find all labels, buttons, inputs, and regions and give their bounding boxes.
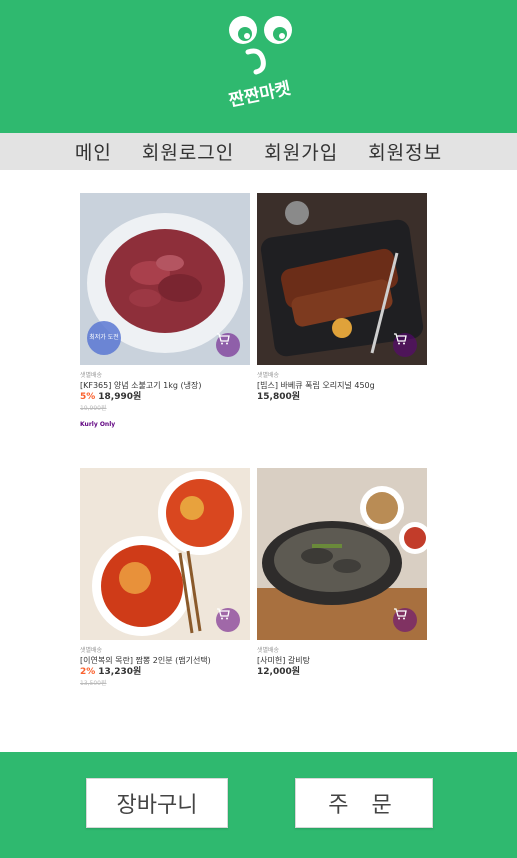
product-image-beef[interactable]: 최저가 도전 <box>80 193 250 365</box>
price-line: 5% 18,990원 <box>80 391 252 404</box>
cart-button[interactable]: 장바구니 <box>86 778 228 828</box>
product-name[interactable]: [사미헌] 갈비탕 <box>257 655 419 666</box>
original-price: 13,500원 <box>80 680 107 687</box>
nav-item-main[interactable]: 메인 <box>75 138 112 165</box>
delivery-type: 샛별배송 <box>257 372 280 379</box>
product-card[interactable]: 샛별배송 [사미헌] 갈비탕 12,000원 <box>257 468 429 679</box>
kurly-only-tag: Kurly Only <box>80 421 116 428</box>
lowest-price-badge: 최저가 도전 <box>87 321 121 355</box>
product-image-galbitang[interactable] <box>257 468 427 640</box>
delivery-type: 샛별배송 <box>80 372 103 379</box>
product-price: 12,000원 <box>257 667 301 677</box>
product-grid: 최저가 도전 샛별배송 [KF365] 양념 소불고기 1kg (냉장) 5% 1… <box>0 170 517 752</box>
product-price: 15,800원 <box>257 392 301 402</box>
add-to-cart-icon[interactable] <box>216 333 240 357</box>
product-name[interactable]: [빕스] 바베큐 폭립 오리지널 450g <box>257 380 419 391</box>
product-image-ribs[interactable] <box>257 193 427 365</box>
product-name[interactable]: [이연복의 목란] 짬뽕 2인분 (맵기선택) <box>80 655 242 666</box>
nav-item-login[interactable]: 회원로그인 <box>142 138 234 165</box>
discount-rate: 5% <box>80 392 96 402</box>
add-to-cart-icon[interactable] <box>393 333 417 357</box>
discount-rate: 2% <box>80 667 96 677</box>
product-card[interactable]: 샛별배송 [이연복의 목란] 짬뽕 2인분 (맵기선택) 2% 13,230원 1… <box>80 468 252 688</box>
product-price: 18,990원 <box>98 392 142 402</box>
app-header: 짠짠마켓 <box>0 0 517 133</box>
action-footer: 장바구니 주 문 <box>0 752 517 858</box>
smiley-face-logo: 짠짠마켓 <box>227 16 293 112</box>
nav-item-signup[interactable]: 회원가입 <box>264 138 338 165</box>
product-image-noodles[interactable] <box>80 468 250 640</box>
product-card[interactable]: 최저가 도전 샛별배송 [KF365] 양념 소불고기 1kg (냉장) 5% 1… <box>80 193 252 428</box>
product-price: 13,230원 <box>98 667 142 677</box>
nav-item-member-info[interactable]: 회원정보 <box>368 138 442 165</box>
delivery-type: 샛별배송 <box>257 647 280 654</box>
add-to-cart-icon[interactable] <box>216 608 240 632</box>
order-button[interactable]: 주 문 <box>295 778 433 828</box>
delivery-type: 샛별배송 <box>80 647 103 654</box>
add-to-cart-icon[interactable] <box>393 608 417 632</box>
main-nav: 메인 회원로그인 회원가입 회원정보 <box>0 133 517 170</box>
logo-text: 짠짠마켓 <box>227 79 293 112</box>
product-card[interactable]: 샛별배송 [빕스] 바베큐 폭립 오리지널 450g 15,800원 <box>257 193 429 404</box>
product-name[interactable]: [KF365] 양념 소불고기 1kg (냉장) <box>80 380 242 391</box>
original-price: 19,990원 <box>80 405 107 412</box>
price-line: 2% 13,230원 <box>80 666 252 679</box>
